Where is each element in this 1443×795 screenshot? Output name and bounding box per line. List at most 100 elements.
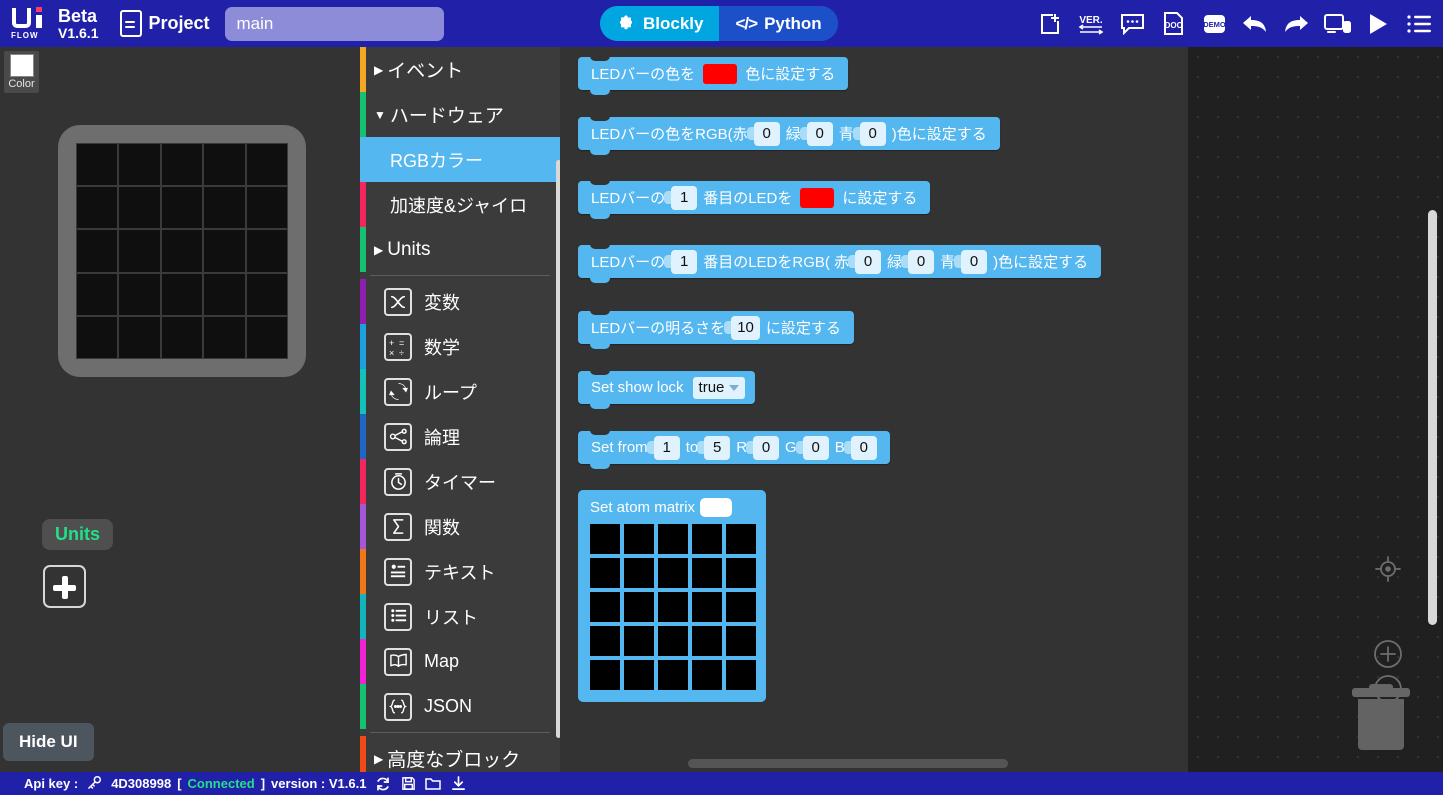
block-flyout[interactable]: LEDバーの色を 色に設定する LEDバーの色をRGB(赤 0 緑 0 青 0)色に設定する L…	[560, 47, 1188, 772]
matrix-cell[interactable]	[658, 660, 688, 690]
matrix-cell[interactable]	[624, 626, 654, 656]
matrix-cell[interactable]	[692, 660, 722, 690]
hide-ui-button[interactable]: Hide UI	[3, 723, 94, 761]
category-item-rgb[interactable]: RGBカラー	[360, 137, 560, 182]
device-led-cell[interactable]	[245, 186, 288, 230]
undo-icon[interactable]	[1241, 10, 1269, 38]
center-target-icon[interactable]	[1373, 554, 1403, 584]
project-name-input[interactable]	[224, 6, 444, 41]
category-item-map[interactable]: Map	[360, 639, 560, 684]
category-item-item[interactable]: ▼ ハードウェア	[360, 92, 560, 137]
device-led-cell[interactable]	[245, 315, 288, 359]
set-atom-matrix-block[interactable]: Set atom matrix	[578, 490, 766, 702]
matrix-cell[interactable]	[726, 558, 756, 588]
block-number-field[interactable]: 0	[954, 249, 988, 274]
category-item-item[interactable]: ▶ イベント	[360, 47, 560, 92]
save-icon[interactable]	[400, 776, 416, 792]
device-led-cell[interactable]	[203, 143, 246, 187]
device-led-cell[interactable]	[118, 272, 161, 316]
device-led-cell[interactable]	[160, 186, 204, 230]
set-show-lock-block[interactable]: Set show lock true	[578, 370, 756, 409]
demo-icon[interactable]: DEMO	[1200, 10, 1228, 38]
matrix-cell[interactable]	[726, 524, 756, 554]
device-led-cell[interactable]	[76, 272, 119, 316]
device-led-cell[interactable]	[160, 229, 204, 273]
block-number-field[interactable]: 10	[724, 315, 760, 340]
device-led-cell[interactable]	[203, 229, 246, 273]
matrix-cell[interactable]	[692, 558, 722, 588]
trash-icon[interactable]	[1352, 684, 1410, 750]
category-item-units[interactable]: ▶ Units	[360, 227, 560, 272]
block-number-field[interactable]: 0	[843, 435, 877, 460]
device-led-cell[interactable]	[203, 272, 246, 316]
color-swatch[interactable]	[9, 54, 34, 77]
device-led-cell[interactable]	[245, 229, 288, 273]
matrix-cell[interactable]	[692, 592, 722, 622]
device-led-cell[interactable]	[118, 143, 161, 187]
set-led-bar-brightness-block[interactable]: LEDバーの明るさを 10 に設定する	[578, 310, 854, 349]
block-number-field[interactable]: 5	[697, 435, 731, 460]
run-icon[interactable]	[1364, 10, 1392, 38]
open-folder-icon[interactable]	[425, 776, 442, 792]
matrix-cell[interactable]	[658, 558, 688, 588]
device-led-matrix[interactable]	[76, 143, 288, 359]
matrix-cell[interactable]	[590, 592, 620, 622]
redo-icon[interactable]	[1282, 10, 1310, 38]
matrix-cell[interactable]	[692, 524, 722, 554]
matrix-cell[interactable]	[726, 660, 756, 690]
matrix-cell[interactable]	[624, 660, 654, 690]
device-led-cell[interactable]	[76, 315, 119, 359]
matrix-cell[interactable]	[658, 592, 688, 622]
set-range-rgb-block[interactable]: Set from 1 to 5 R 0 G 0 B 0	[578, 430, 890, 469]
set-led-bar-color-block[interactable]: LEDバーの色を 色に設定する	[578, 56, 849, 95]
matrix-grid[interactable]	[590, 524, 756, 690]
matrix-cell[interactable]	[624, 524, 654, 554]
category-item-item[interactable]: 加速度&ジャイロ	[360, 182, 560, 227]
block-color-swatch[interactable]	[703, 63, 738, 84]
block-number-field[interactable]: 0	[795, 435, 829, 460]
block-number-field[interactable]: 0	[901, 249, 935, 274]
color-tool[interactable]: Color	[4, 51, 39, 93]
device-led-cell[interactable]	[118, 186, 161, 230]
device-led-cell[interactable]	[76, 186, 119, 230]
matrix-color-swatch[interactable]	[700, 498, 733, 517]
category-item-item[interactable]: + = × ÷ 数学	[360, 324, 560, 369]
device-led-cell[interactable]	[160, 315, 204, 359]
device-led-cell[interactable]	[203, 315, 246, 359]
block-number-field[interactable]: 1	[664, 249, 698, 274]
menu-icon[interactable]	[1405, 10, 1433, 38]
matrix-cell[interactable]	[726, 626, 756, 656]
block-number-field[interactable]: 0	[746, 435, 780, 460]
refresh-icon[interactable]	[375, 776, 391, 792]
matrix-cell[interactable]	[624, 558, 654, 588]
category-item-item[interactable]: ▶ 高度なブロック	[360, 736, 560, 772]
device-led-cell[interactable]	[160, 143, 204, 187]
block-number-field[interactable]: 0	[746, 121, 780, 146]
doc-icon[interactable]: DOC	[1159, 10, 1187, 38]
category-item-item[interactable]: 関数	[360, 504, 560, 549]
matrix-cell[interactable]	[590, 558, 620, 588]
download-icon[interactable]	[450, 776, 466, 792]
zoom-in-icon[interactable]	[1373, 639, 1403, 669]
block-color-swatch[interactable]	[800, 187, 835, 208]
device-led-cell[interactable]	[118, 229, 161, 273]
set-led-bar-color-rgb-block[interactable]: LEDバーの色をRGB(赤 0 緑 0 青 0)色に設定する	[578, 116, 1000, 155]
matrix-cell[interactable]	[590, 626, 620, 656]
set-nth-led-rgb-block[interactable]: LEDバーの 1 番目のLEDをRGB( 赤 0 緑 0 青 0)色に設定する	[578, 244, 1102, 283]
device-led-cell[interactable]	[245, 143, 288, 187]
new-project-icon[interactable]	[1036, 10, 1064, 38]
block-number-field[interactable]: 1	[664, 185, 698, 210]
set-nth-led-color-block[interactable]: LEDバーの 1 番目のLEDを に設定する	[578, 180, 931, 219]
blockly-workspace[interactable]	[1188, 47, 1443, 772]
matrix-cell[interactable]	[658, 524, 688, 554]
device-led-cell[interactable]	[160, 272, 204, 316]
device-led-cell[interactable]	[245, 272, 288, 316]
tab-python[interactable]: </> Python	[719, 6, 838, 41]
category-item-item[interactable]: テキスト	[360, 549, 560, 594]
category-item-item[interactable]: リスト	[360, 594, 560, 639]
flyout-horizontal-scrollbar[interactable]	[688, 759, 1008, 768]
device-icon[interactable]	[1323, 10, 1351, 38]
category-item-item[interactable]: 論理	[360, 414, 560, 459]
category-item-item[interactable]: 変数	[360, 279, 560, 324]
matrix-cell[interactable]	[658, 626, 688, 656]
